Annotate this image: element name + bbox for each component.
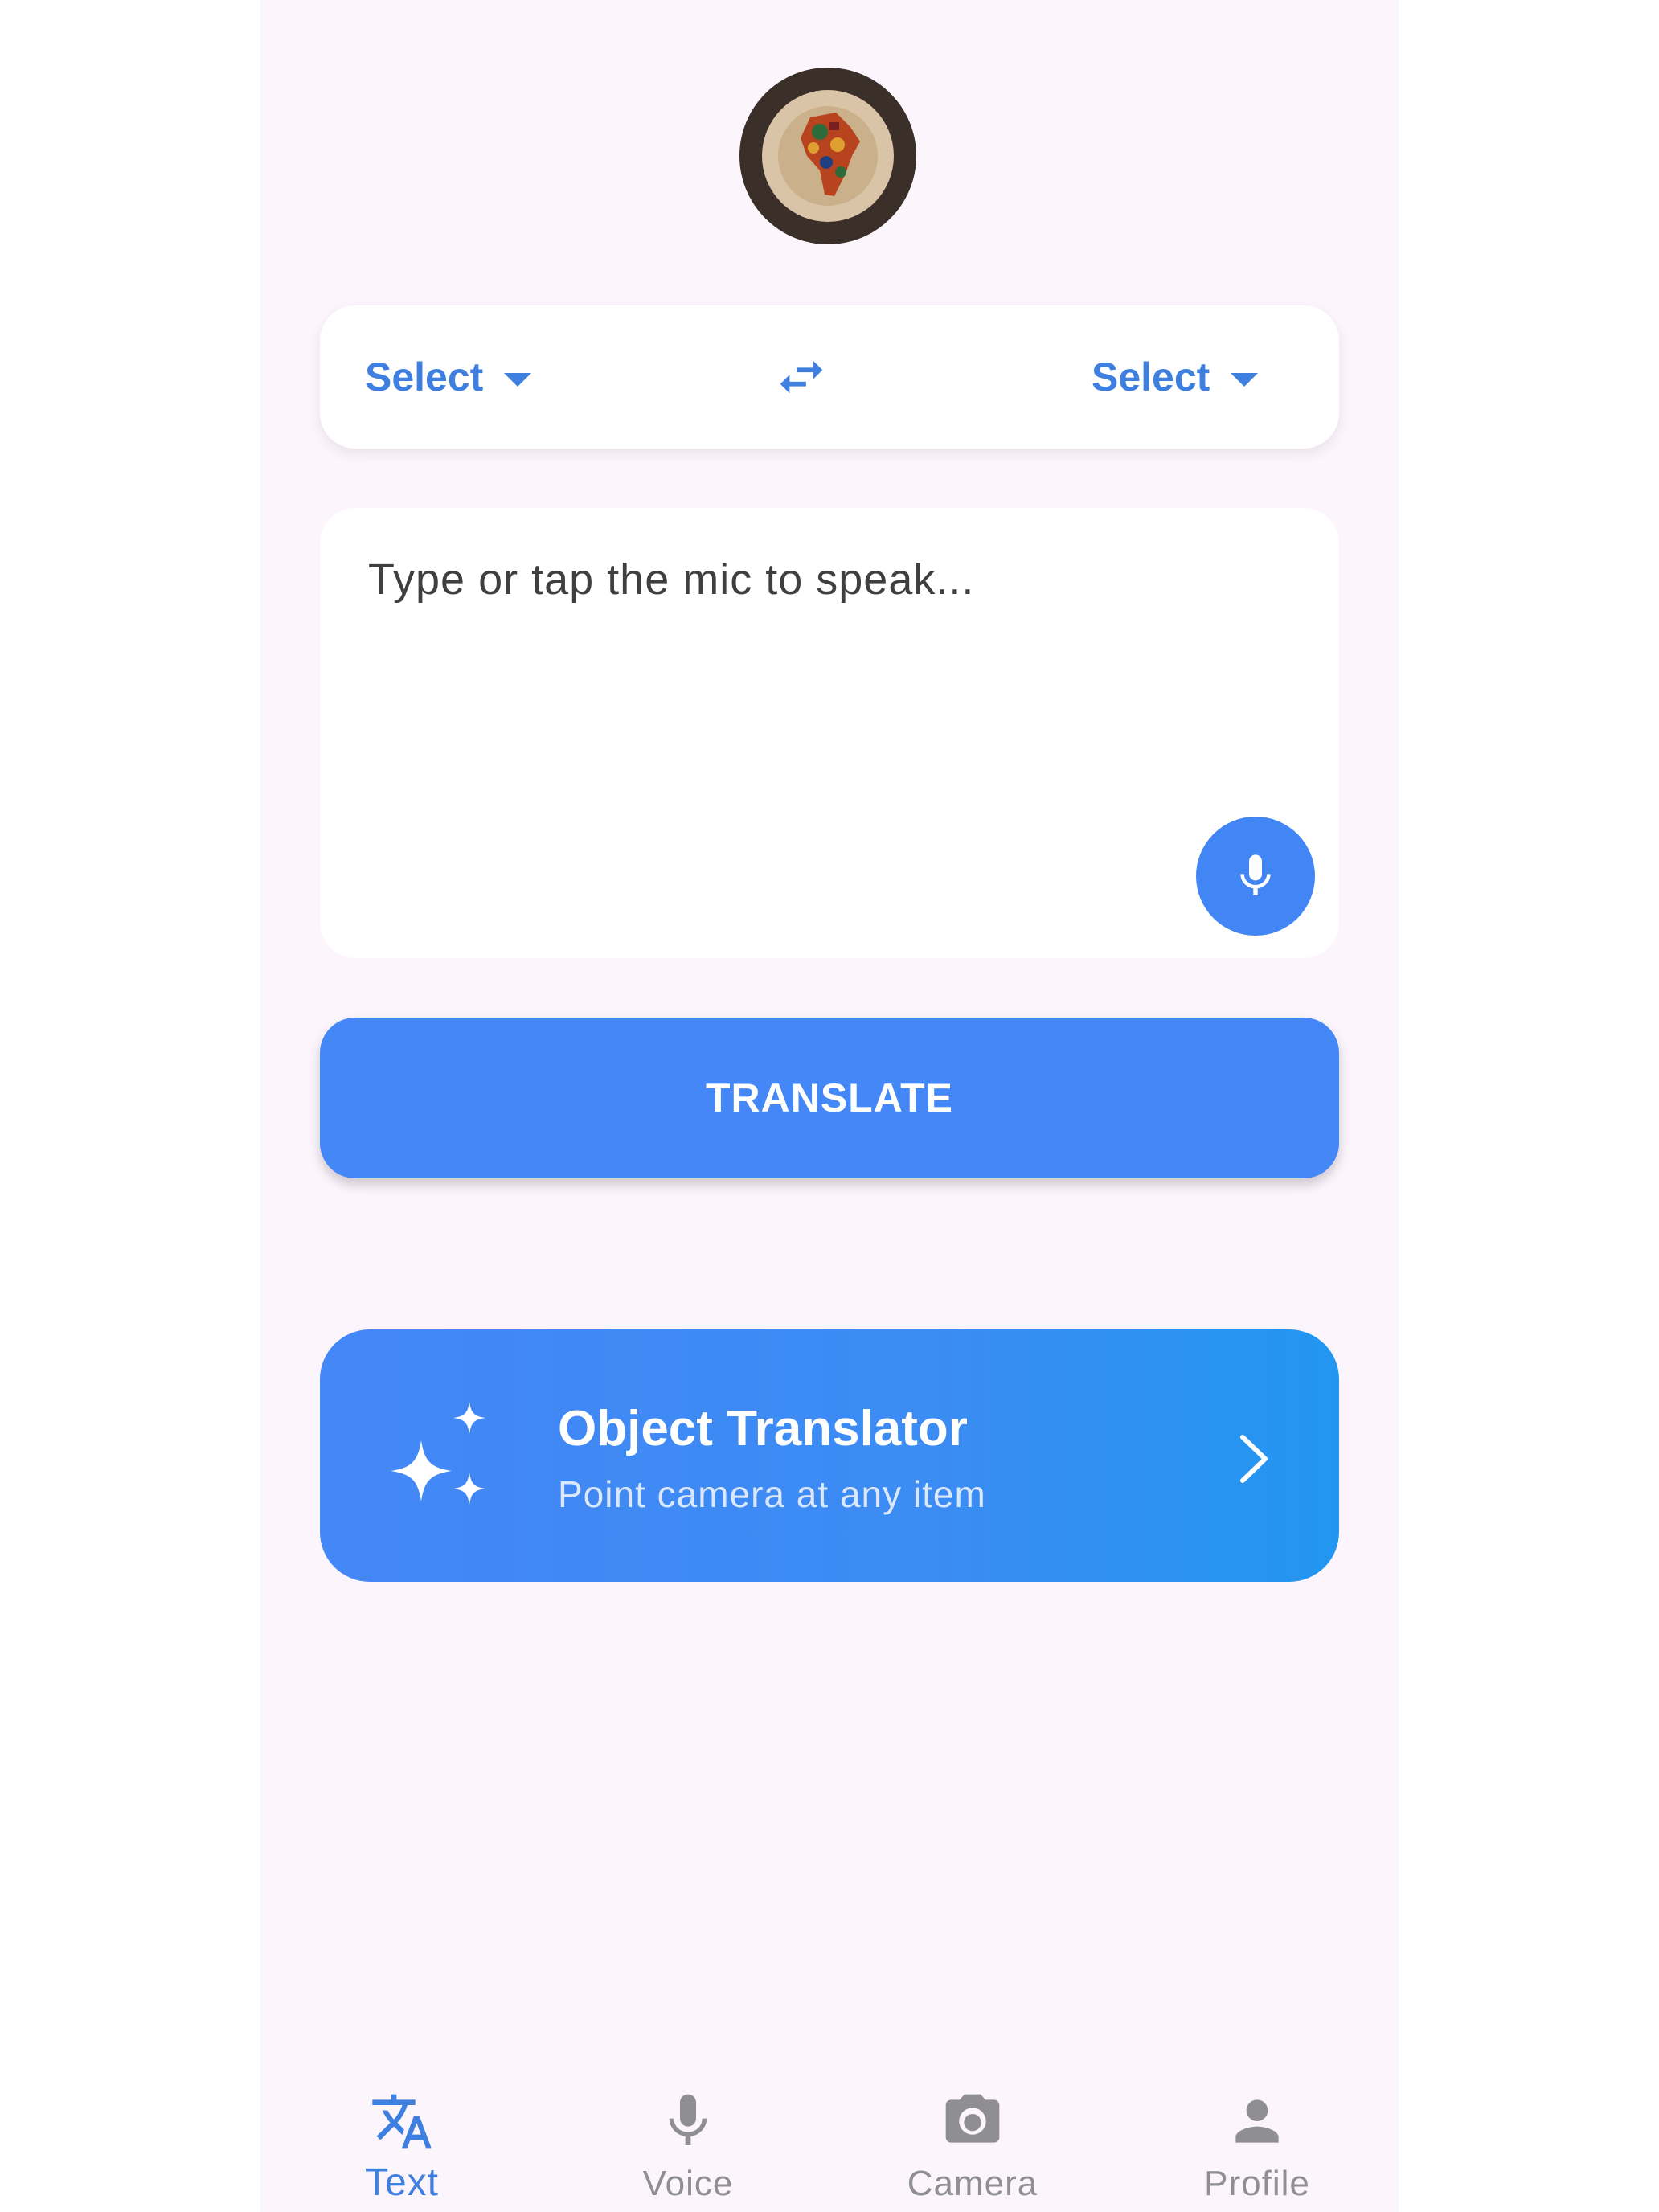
swap-languages-icon[interactable] — [773, 349, 830, 405]
language-selector-bar: Select Select — [320, 305, 1339, 449]
camera-icon — [936, 2085, 1009, 2157]
object-translator-title: Object Translator — [558, 1401, 968, 1456]
nav-item-text[interactable]: Text — [297, 2058, 506, 2212]
target-language-label: Select — [1092, 354, 1210, 399]
nav-label-camera: Camera — [907, 2164, 1038, 2203]
app-screen: Mother Tongue Translator Select Select T… — [260, 0, 1399, 2212]
logo-image — [741, 69, 915, 243]
nav-label-profile: Profile — [1204, 2164, 1310, 2203]
nav-item-voice[interactable]: Voice — [584, 2058, 793, 2212]
person-icon — [1221, 2085, 1293, 2157]
translate-icon — [366, 2085, 438, 2157]
logo-text-tongue: Tongue — [739, 244, 740, 245]
chevron-right-icon — [1235, 1432, 1275, 1485]
sparkle-icon — [379, 1397, 500, 1518]
target-language-dropdown[interactable]: Select — [1092, 305, 1259, 449]
logo-text-mother: Mother — [739, 244, 740, 245]
mic-button[interactable] — [1196, 817, 1315, 936]
app-logo: Mother Tongue Translator — [739, 68, 916, 244]
source-language-dropdown[interactable]: Select — [365, 305, 532, 449]
object-translator-card[interactable]: Object Translator Point camera at any it… — [320, 1329, 1339, 1582]
bottom-navigation-bar: Text Voice Camera Profile — [260, 2058, 1399, 2212]
nav-label-text: Text — [364, 2161, 440, 2204]
nav-label-voice: Voice — [642, 2164, 734, 2203]
logo-text-translator: Translator — [739, 244, 740, 245]
mic-icon — [1240, 854, 1271, 895]
source-language-label: Select — [365, 354, 484, 399]
nav-item-camera[interactable]: Camera — [868, 2058, 1077, 2212]
translate-button[interactable]: TRANSLATE — [320, 1018, 1339, 1178]
nav-item-profile[interactable]: Profile — [1153, 2058, 1362, 2212]
text-input-field[interactable] — [367, 553, 1254, 846]
mic-icon — [652, 2085, 724, 2157]
dropdown-arrow-icon — [504, 372, 532, 387]
dropdown-arrow-icon — [1231, 372, 1259, 387]
text-input-card — [320, 508, 1339, 958]
object-translator-subtitle: Point camera at any item — [558, 1473, 986, 1515]
